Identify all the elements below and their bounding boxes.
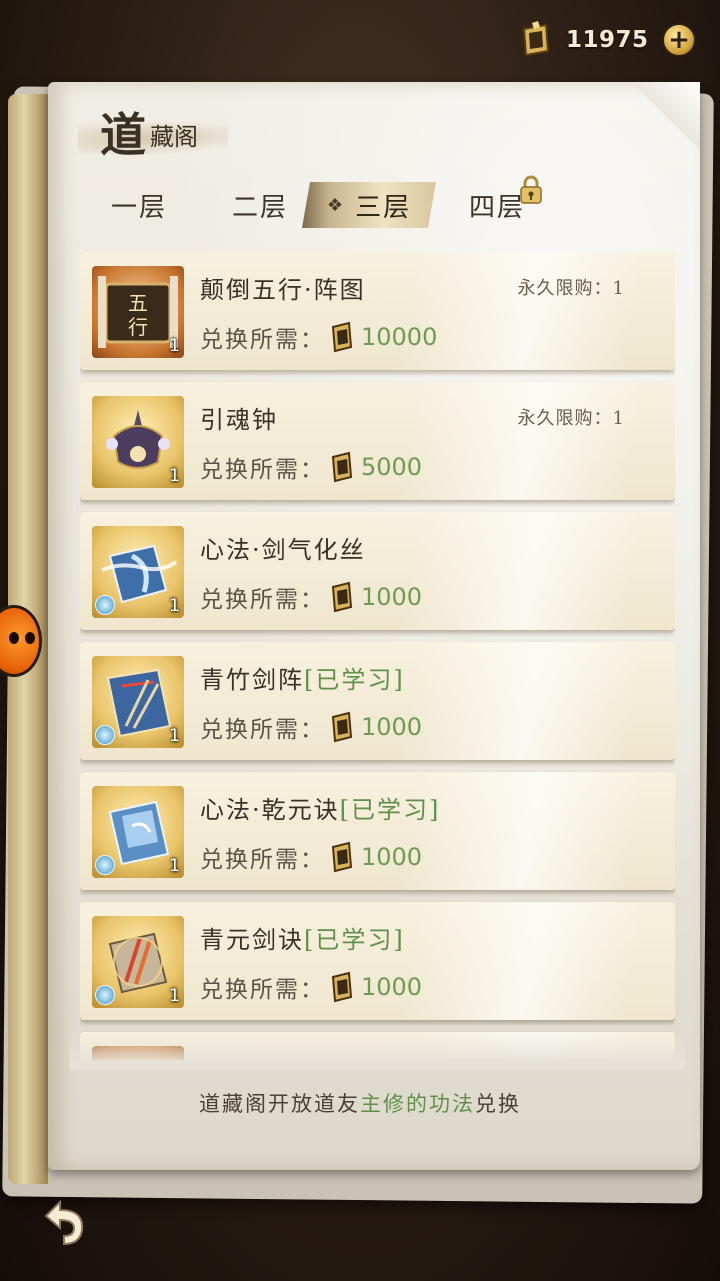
token-icon	[331, 321, 353, 353]
tab-floor-2[interactable]: 二层	[210, 182, 310, 228]
cost-value: 1000	[361, 973, 423, 1001]
currency-amount: 11975	[566, 27, 649, 53]
cost-value: 10000	[361, 323, 438, 351]
item-count: 1	[169, 466, 180, 486]
tier-badge-icon	[95, 985, 115, 1005]
item-count: 1	[169, 336, 180, 356]
cost-value: 1000	[361, 583, 423, 611]
item-thumbnail: 1	[92, 916, 184, 1008]
tab-label: 一层	[110, 192, 167, 223]
title-small: 藏阁	[150, 123, 198, 151]
purchase-limit: 永久限购：1	[517, 408, 625, 429]
tab-floor-3[interactable]: ❖ 三层	[302, 182, 436, 228]
cost-label: 兑换所需：	[200, 327, 325, 353]
title-big: 道	[100, 108, 146, 162]
list-fade	[70, 1030, 685, 1070]
currency-bar: 11975 +	[518, 18, 696, 62]
purchase-limit: 永久限购：1	[517, 278, 625, 299]
item-count: 1	[169, 986, 180, 1006]
item-cost: 兑换所需： 1000	[200, 710, 422, 744]
exchange-list[interactable]: 五 行 1 颠倒五行·阵图 永久限购：1 兑换所需： 10000 1 引魂钟 永…	[80, 252, 675, 1060]
tab-label: 三层	[355, 192, 412, 223]
cost-value: 1000	[361, 843, 423, 871]
item-thumbnail: 1	[92, 526, 184, 618]
item-cost: 兑换所需： 1000	[200, 840, 422, 874]
active-marker-icon: ❖	[326, 194, 346, 216]
tier-badge-icon	[95, 725, 115, 745]
item-name: 青元剑诀[已学习]	[200, 926, 405, 954]
cost-label: 兑换所需：	[200, 977, 325, 1003]
floor-tabs: 一层 二层 ❖ 三层 四层	[80, 170, 680, 240]
token-icon	[331, 971, 353, 1003]
tier-badge-icon	[95, 595, 115, 615]
footer-note: 道藏阁开放道友主修的功法兑换	[199, 1092, 521, 1116]
list-item[interactable]: 1 青竹剑阵[已学习] 兑换所需： 1000	[80, 642, 675, 760]
item-count: 1	[169, 596, 180, 616]
lock-icon	[516, 174, 546, 206]
list-item[interactable]: 1 青元剑诀[已学习] 兑换所需： 1000	[80, 902, 675, 1020]
item-cost: 兑换所需： 10000	[200, 320, 437, 354]
token-icon	[518, 21, 552, 59]
item-cost: 兑换所需： 1000	[200, 580, 422, 614]
item-thumbnail: 1	[92, 656, 184, 748]
token-icon	[331, 711, 353, 743]
item-name: 颠倒五行·阵图	[200, 276, 366, 304]
token-icon	[331, 841, 353, 873]
item-name: 青竹剑阵[已学习]	[200, 666, 405, 694]
list-item[interactable]: 1 心法·乾元诀[已学习] 兑换所需： 1000	[80, 772, 675, 890]
item-thumbnail: 1	[92, 786, 184, 878]
item-thumbnail: 1	[92, 396, 184, 488]
page-curl	[620, 82, 700, 152]
cost-label: 兑换所需：	[200, 457, 325, 483]
token-icon	[331, 581, 353, 613]
list-item[interactable]: 五 行 1 颠倒五行·阵图 永久限购：1 兑换所需： 10000	[80, 252, 675, 370]
svg-text:五: 五	[128, 291, 148, 315]
item-name: 心法·剑气化丝	[200, 536, 366, 564]
list-item[interactable]: 1 心法·剑气化丝 兑换所需： 1000	[80, 512, 675, 630]
svg-text:行: 行	[128, 315, 148, 339]
item-name: 心法·乾元诀[已学习]	[200, 796, 441, 824]
tier-badge-icon	[95, 855, 115, 875]
page-title: 道 藏阁	[78, 98, 228, 162]
add-currency-button[interactable]: +	[662, 23, 696, 57]
item-cost: 兑换所需： 5000	[200, 450, 422, 484]
cost-label: 兑换所需：	[200, 717, 325, 743]
token-icon	[331, 451, 353, 483]
cost-label: 兑换所需：	[200, 847, 325, 873]
cost-value: 5000	[361, 453, 423, 481]
list-item[interactable]: 1 引魂钟 永久限购：1 兑换所需： 5000	[80, 382, 675, 500]
back-arrow-icon	[44, 1199, 84, 1246]
tab-label: 二层	[231, 192, 288, 223]
item-name: 引魂钟	[200, 406, 278, 434]
item-thumbnail: 五 行 1	[92, 266, 184, 358]
item-count: 1	[169, 856, 180, 876]
cost-value: 1000	[361, 713, 423, 741]
tab-floor-1[interactable]: 一层	[94, 182, 184, 228]
item-count: 1	[169, 726, 180, 746]
cost-label: 兑换所需：	[200, 587, 325, 613]
back-button[interactable]	[30, 1190, 94, 1254]
item-cost: 兑换所需： 1000	[200, 970, 422, 1004]
